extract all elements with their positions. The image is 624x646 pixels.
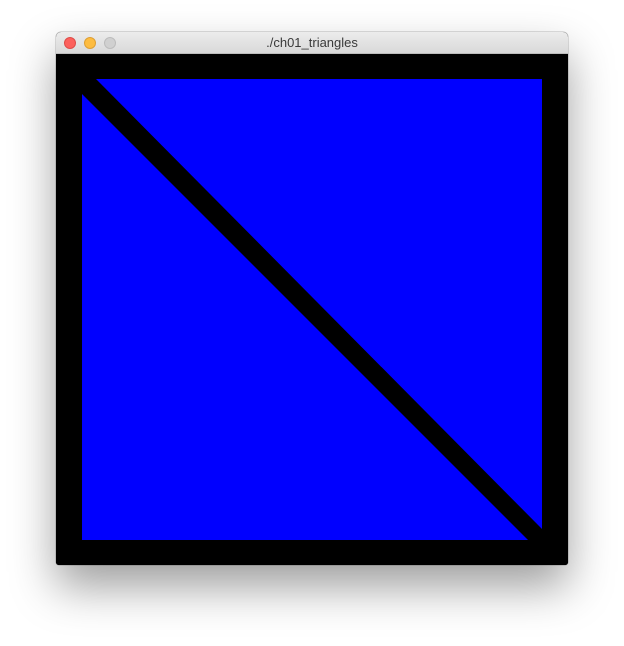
render-canvas[interactable] — [56, 54, 568, 565]
title-bar[interactable]: ./ch01_triangles — [56, 32, 568, 54]
window-title: ./ch01_triangles — [266, 35, 358, 50]
app-window: ./ch01_triangles — [56, 32, 568, 565]
triangles-drawing — [56, 54, 568, 565]
